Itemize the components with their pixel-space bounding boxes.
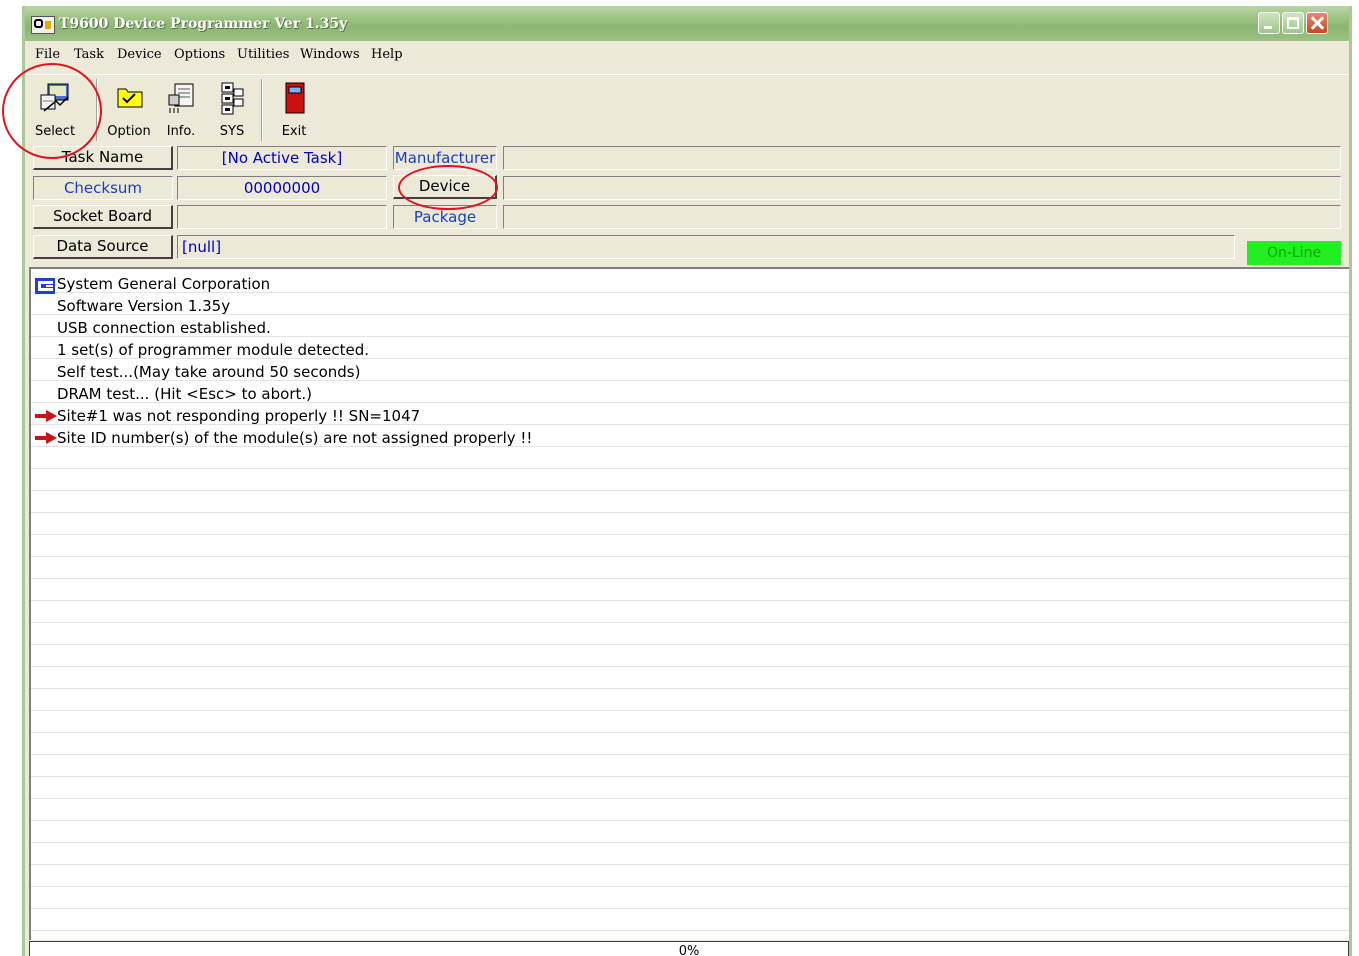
info-button[interactable]: Info. bbox=[161, 75, 201, 141]
chip-icon bbox=[221, 82, 244, 115]
toolbar-separator bbox=[96, 79, 98, 141]
log-line: 1 set(s) of programmer module detected. bbox=[57, 341, 370, 359]
data-source-button[interactable]: Data Source bbox=[33, 235, 173, 259]
log-line-error: Site#1 was not responding properly !! SN… bbox=[57, 407, 421, 425]
manufacturer-label: Manufacturer bbox=[393, 146, 497, 170]
menu-windows[interactable]: Windows bbox=[300, 47, 360, 62]
toolbar-separator bbox=[261, 79, 263, 141]
package-label: Package bbox=[393, 205, 497, 229]
log-line-error: Site ID number(s) of the module(s) are n… bbox=[57, 429, 533, 447]
sg-logo-icon bbox=[35, 278, 55, 294]
menu-options[interactable]: Options bbox=[174, 47, 225, 62]
log-line: Self test...(May take around 50 seconds) bbox=[57, 363, 361, 381]
socket-board-field bbox=[177, 205, 387, 229]
online-status-badge: On-Line bbox=[1247, 241, 1341, 265]
exit-label: Exit bbox=[281, 124, 307, 139]
minimize-button[interactable] bbox=[1258, 12, 1280, 34]
checksum-field: 00000000 bbox=[177, 176, 387, 200]
checksum-label: Checksum bbox=[33, 176, 173, 200]
red-arrow-icon bbox=[35, 432, 57, 444]
menu-bar: File Task Device Options Utilities Windo… bbox=[25, 43, 1349, 69]
select-button[interactable]: Select bbox=[29, 75, 81, 141]
message-log[interactable]: System General Corporation Software Vers… bbox=[29, 267, 1349, 940]
menu-task[interactable]: Task bbox=[74, 47, 104, 62]
title-bar[interactable]: T9600 Device Programmer Ver 1.35y bbox=[25, 6, 1349, 41]
manufacturer-field bbox=[503, 146, 1341, 170]
toolbar: Select Option Info. SYS Exit bbox=[25, 74, 1349, 145]
sys-button[interactable]: SYS bbox=[213, 75, 251, 141]
window-title: T9600 Device Programmer Ver 1.35y bbox=[59, 16, 348, 32]
red-arrow-icon bbox=[35, 410, 57, 422]
log-line: System General Corporation bbox=[57, 275, 271, 293]
info-label: Info. bbox=[166, 124, 196, 139]
task-name-field: [No Active Task] bbox=[177, 146, 387, 170]
menu-file[interactable]: File bbox=[35, 47, 60, 62]
exit-button[interactable]: Exit bbox=[275, 75, 313, 141]
option-button[interactable]: Option bbox=[105, 75, 153, 141]
sys-label: SYS bbox=[219, 124, 245, 139]
package-field bbox=[503, 205, 1341, 229]
maximize-button[interactable] bbox=[1282, 12, 1304, 34]
option-label: Option bbox=[107, 124, 151, 139]
data-source-field: [null] bbox=[177, 235, 1235, 259]
app-window: T9600 Device Programmer Ver 1.35y File T… bbox=[22, 6, 1352, 956]
folder-check-icon bbox=[117, 88, 143, 108]
menu-device[interactable]: Device bbox=[117, 47, 162, 62]
socket-board-button[interactable]: Socket Board bbox=[33, 205, 173, 229]
select-label: Select bbox=[34, 124, 76, 139]
log-line: DRAM test... (Hit <Esc> to abort.) bbox=[57, 385, 312, 403]
task-name-button[interactable]: Task Name bbox=[33, 146, 173, 170]
device-button[interactable]: Device bbox=[393, 175, 497, 199]
progress-bar: 0% bbox=[29, 941, 1349, 956]
select-device-icon bbox=[40, 83, 69, 112]
menu-utilities[interactable]: Utilities bbox=[237, 47, 289, 62]
close-button[interactable] bbox=[1306, 12, 1328, 34]
app-icon bbox=[31, 16, 55, 34]
log-line: USB connection established. bbox=[57, 319, 271, 337]
exit-door-icon bbox=[285, 82, 305, 114]
menu-help[interactable]: Help bbox=[371, 47, 403, 62]
device-field bbox=[503, 176, 1341, 200]
log-line: Software Version 1.35y bbox=[57, 297, 231, 315]
info-document-icon bbox=[168, 83, 194, 113]
